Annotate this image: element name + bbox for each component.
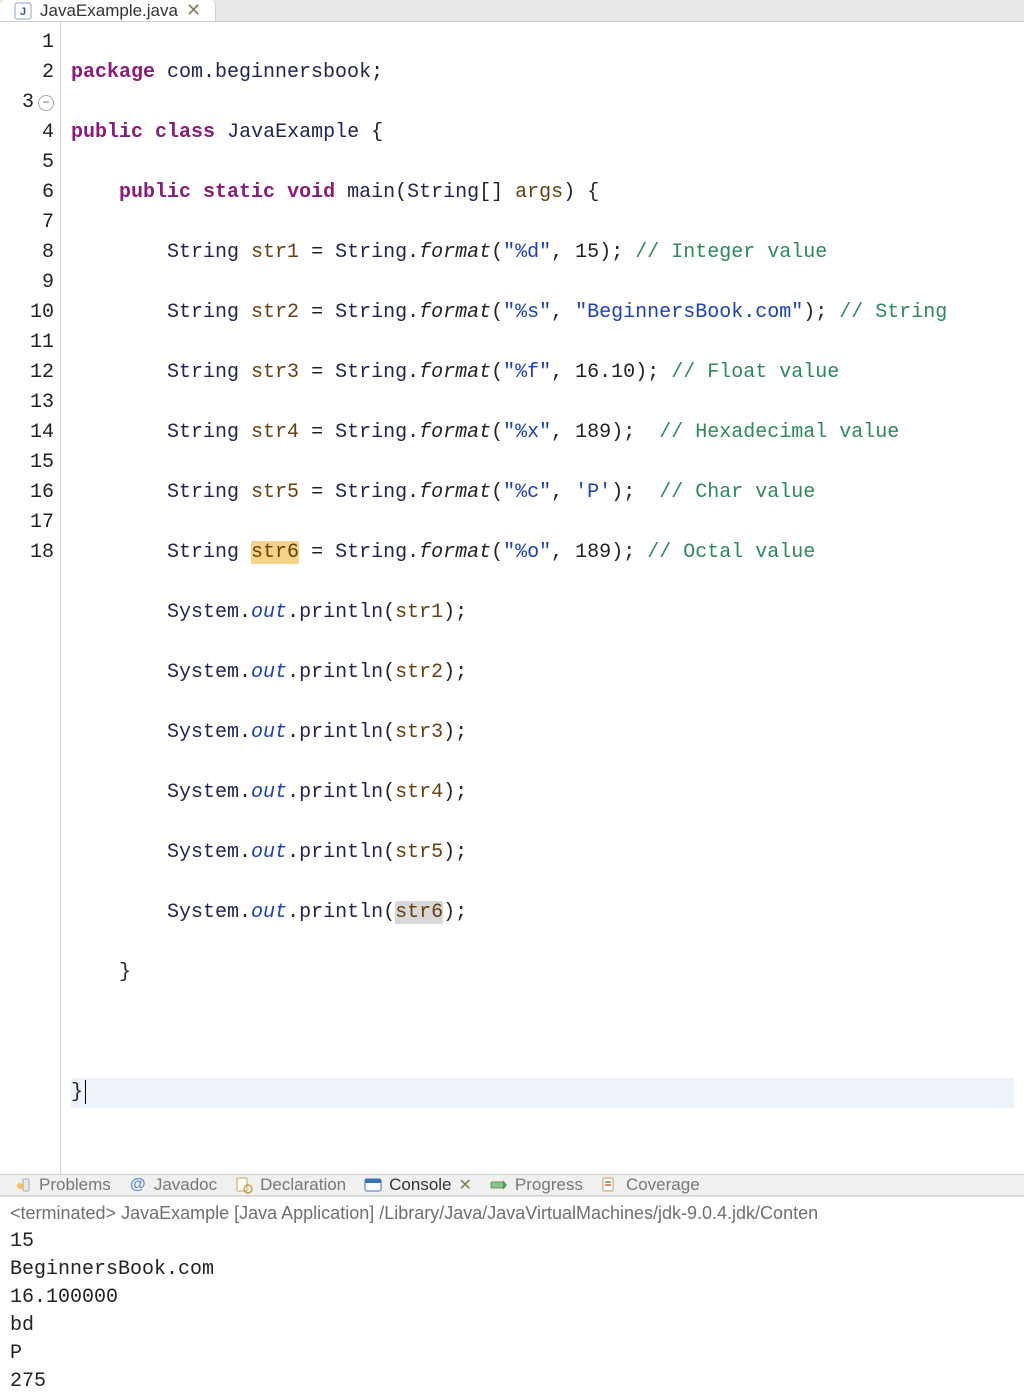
- close-icon[interactable]: ✕: [186, 0, 201, 21]
- editor-tab-filename: JavaExample.java: [40, 1, 178, 21]
- console-panel: <terminated> JavaExample [Java Applicati…: [0, 1196, 1024, 1398]
- tab-console[interactable]: Console ✕: [364, 1175, 472, 1195]
- svg-text:J: J: [20, 6, 26, 18]
- line-number-gutter: 1 2 3− 4 5 6 7 8 9 10 11 12 13 14 15 16 …: [0, 22, 61, 1174]
- code-area[interactable]: package com.beginnersbook; public class …: [61, 22, 1024, 1174]
- console-output[interactable]: 15 BeginnersBook.com 16.100000 bd P 275: [0, 1226, 1024, 1398]
- javadoc-icon: @: [129, 1176, 147, 1194]
- tab-progress[interactable]: Progress: [490, 1175, 583, 1195]
- close-icon[interactable]: ✕: [459, 1175, 472, 1195]
- problems-icon: [14, 1176, 32, 1194]
- tab-label: Problems: [39, 1175, 111, 1195]
- editor-tab-javaexample[interactable]: J JavaExample.java ✕: [0, 0, 216, 21]
- progress-icon: [490, 1176, 508, 1194]
- coverage-icon: [601, 1176, 619, 1194]
- editor-tab-strip: J JavaExample.java ✕: [0, 0, 1024, 22]
- tab-label: Declaration: [260, 1175, 346, 1195]
- console-process-header: <terminated> JavaExample [Java Applicati…: [0, 1197, 1024, 1226]
- text-caret: [85, 1080, 86, 1104]
- tab-coverage[interactable]: Coverage: [601, 1175, 700, 1195]
- tab-javadoc[interactable]: @ Javadoc: [129, 1175, 217, 1195]
- tab-label: Progress: [515, 1175, 583, 1195]
- tab-label: Javadoc: [154, 1175, 217, 1195]
- code-editor[interactable]: 1 2 3− 4 5 6 7 8 9 10 11 12 13 14 15 16 …: [0, 22, 1024, 1175]
- fold-toggle-icon[interactable]: −: [38, 95, 54, 111]
- console-icon: [364, 1176, 382, 1194]
- bottom-view-tabs: Problems @ Javadoc Declaration Console ✕…: [0, 1175, 1024, 1196]
- java-file-icon: J: [14, 2, 32, 20]
- declaration-icon: [235, 1176, 253, 1194]
- tab-declaration[interactable]: Declaration: [235, 1175, 346, 1195]
- tab-label: Console: [389, 1175, 451, 1195]
- tab-label: Coverage: [626, 1175, 700, 1195]
- tab-problems[interactable]: Problems: [14, 1175, 111, 1195]
